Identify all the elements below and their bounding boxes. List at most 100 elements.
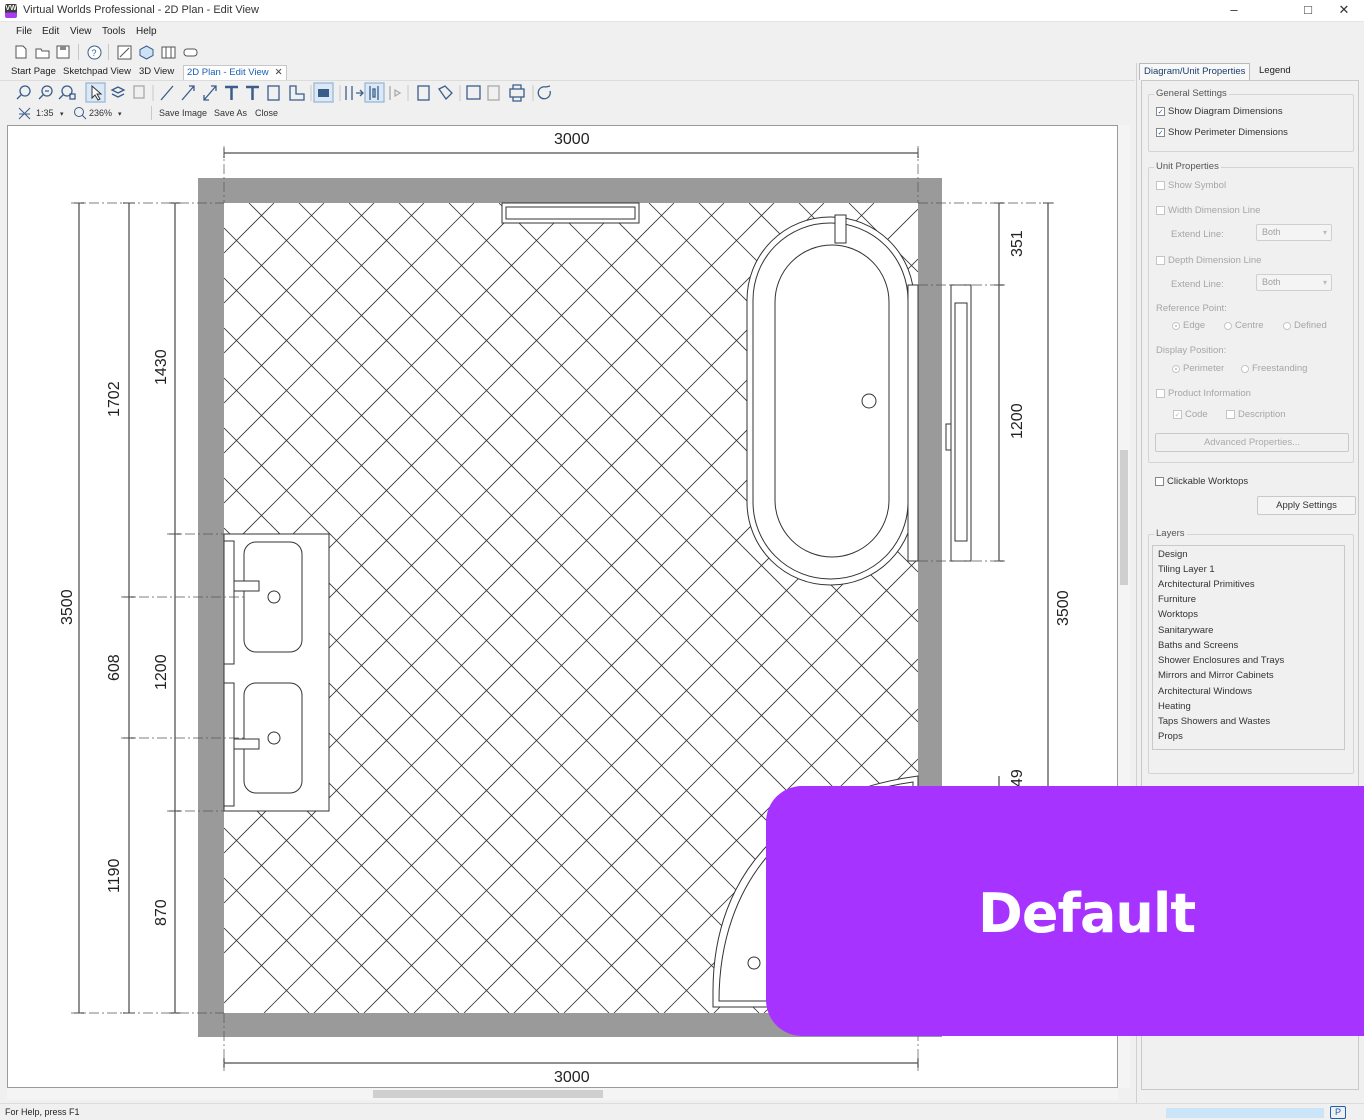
towel-rail[interactable]	[501, 202, 640, 224]
menu-file[interactable]: File	[16, 26, 32, 37]
tab-3d-view[interactable]: 3D View	[136, 65, 177, 80]
dim-left-inner-3[interactable]: 870	[153, 899, 170, 926]
pos-perimeter-radio[interactable]: Perimeter	[1172, 363, 1224, 374]
report-icon[interactable]	[417, 85, 430, 101]
extend-line-select-1[interactable]: Both ▾	[1256, 224, 1332, 241]
layer-item[interactable]: Design	[1158, 549, 1188, 560]
layer-item[interactable]: Sanitaryware	[1158, 625, 1213, 636]
text-box-tool-icon[interactable]	[246, 85, 259, 100]
architectural-window[interactable]	[945, 284, 972, 562]
layer-item[interactable]: Baths and Screens	[1158, 640, 1238, 651]
dimension-tool-icon[interactable]	[203, 85, 217, 101]
zoom-value[interactable]: 236%	[89, 108, 112, 118]
zoom-icon[interactable]	[16, 85, 31, 100]
print-icon[interactable]	[509, 88, 525, 98]
ref-edge-radio[interactable]: Edge	[1172, 320, 1205, 331]
layer-item[interactable]: Furniture	[1158, 594, 1196, 605]
dim-right-inner-3[interactable]: 49	[1009, 769, 1026, 787]
menu-edit[interactable]: Edit	[42, 26, 59, 37]
tab-2d-plan-edit-view[interactable]: 2D Plan - Edit View ✕	[183, 65, 287, 80]
layer-item[interactable]: Architectural Primitives	[1158, 579, 1255, 590]
layer-item[interactable]: Shower Enclosures and Trays	[1158, 655, 1284, 666]
layer-item[interactable]: Tiling Layer 1	[1158, 564, 1215, 575]
menu-help[interactable]: Help	[136, 26, 157, 37]
menu-view[interactable]: View	[70, 26, 92, 37]
walkthrough-icon[interactable]	[181, 43, 199, 61]
zoom-window-icon[interactable]	[58, 85, 76, 100]
save-icon[interactable]	[54, 43, 72, 61]
dim-right-inner-1[interactable]: 351	[1009, 230, 1026, 257]
refresh-icon[interactable]	[537, 85, 551, 100]
line-tool-icon[interactable]	[160, 85, 174, 101]
note-tool-icon[interactable]	[267, 85, 280, 101]
save-image-button[interactable]: Save Image	[159, 108, 207, 118]
close-tab-icon[interactable]: ✕	[275, 67, 283, 78]
status-badge[interactable]: P	[1330, 1106, 1346, 1119]
double-vanity-unit[interactable]	[223, 533, 330, 812]
minimize-button[interactable]: –	[1216, 0, 1252, 22]
advanced-properties-button[interactable]: Advanced Properties...	[1155, 433, 1349, 452]
menu-tools[interactable]: Tools	[102, 26, 125, 37]
layer-item[interactable]: Taps Showers and Wastes	[1158, 716, 1270, 727]
show-symbol-checkbox[interactable]: Show Symbol	[1156, 180, 1226, 191]
layer-item[interactable]: Architectural Windows	[1158, 686, 1252, 697]
paint-icon[interactable]	[438, 85, 453, 101]
close-button[interactable]: Close	[255, 108, 278, 118]
dim-left-outer-1[interactable]: 1702	[106, 381, 123, 417]
dim-right-inner-2[interactable]: 1200	[1009, 403, 1026, 439]
dim-left-inner-1[interactable]: 1430	[153, 349, 170, 385]
save-as-button[interactable]: Save As	[214, 108, 247, 118]
maximize-button[interactable]: □	[1290, 0, 1326, 22]
align-icon[interactable]	[345, 86, 364, 100]
scale-dropdown-arrow[interactable]: ▾	[60, 110, 64, 118]
show-perimeter-dimensions-checkbox[interactable]: ✓ Show Perimeter Dimensions	[1156, 127, 1288, 138]
vertical-scroll-thumb[interactable]	[1120, 450, 1128, 585]
open-folder-icon[interactable]	[33, 43, 51, 61]
ref-defined-radio[interactable]: Defined	[1283, 320, 1327, 331]
canvas-horizontal-scrollbar[interactable]	[7, 1088, 1118, 1100]
extend-line-select-2[interactable]: Both ▾	[1256, 274, 1332, 291]
product-information-checkbox[interactable]: Product Information	[1156, 388, 1251, 399]
tab-sketchpad-view[interactable]: Sketchpad View	[60, 65, 134, 80]
pos-freestanding-radio[interactable]: Freestanding	[1241, 363, 1307, 374]
layers-icon[interactable]	[110, 86, 126, 98]
fit-view-icon[interactable]	[466, 85, 481, 100]
layer-item[interactable]: Worktops	[1158, 609, 1198, 620]
tab-legend[interactable]: Legend	[1255, 63, 1295, 80]
tab-start-page[interactable]: Start Page	[8, 65, 59, 80]
l-shape-tool-icon[interactable]	[289, 85, 305, 101]
tab-diagram-unit-properties[interactable]: Diagram/Unit Properties	[1139, 63, 1251, 80]
dim-right-overall[interactable]: 3500	[1055, 590, 1072, 626]
close-window-button[interactable]: ✕	[1326, 0, 1362, 22]
text-tool-icon[interactable]	[225, 85, 238, 100]
dim-left-inner-2[interactable]: 1200	[153, 654, 170, 690]
zoom-level-icon[interactable]	[73, 106, 87, 120]
zoom-dropdown-arrow[interactable]: ▾	[118, 110, 122, 118]
scale-icon[interactable]	[18, 107, 32, 120]
layer-item[interactable]: Mirrors and Mirror Cabinets	[1158, 670, 1274, 681]
dim-top[interactable]: 3000	[554, 131, 590, 148]
zoom-in-icon[interactable]	[38, 85, 53, 100]
dim-left-outer-2[interactable]: 608	[106, 654, 123, 681]
ref-centre-radio[interactable]: Centre	[1224, 320, 1264, 331]
description-checkbox[interactable]: Description	[1226, 409, 1286, 420]
horizontal-scroll-thumb[interactable]	[373, 1090, 603, 1098]
dim-bottom[interactable]: 3000	[554, 1069, 590, 1086]
show-diagram-dimensions-checkbox[interactable]: ✓ Show Diagram Dimensions	[1156, 106, 1283, 117]
code-checkbox[interactable]: ✓ Code	[1173, 409, 1208, 420]
width-dimension-line-checkbox[interactable]: Width Dimension Line	[1156, 205, 1260, 216]
elevation-icon[interactable]	[159, 43, 177, 61]
3d-cube-icon[interactable]	[137, 43, 155, 61]
layer-item[interactable]: Heating	[1158, 701, 1191, 712]
sketchpad-icon[interactable]	[115, 43, 133, 61]
freestanding-bath[interactable]	[746, 214, 919, 586]
dim-left-outer-3[interactable]: 1190	[106, 858, 123, 893]
depth-dimension-line-checkbox[interactable]: Depth Dimension Line	[1156, 255, 1261, 266]
apply-settings-button[interactable]: Apply Settings	[1257, 496, 1356, 515]
help-icon[interactable]: ?	[85, 43, 103, 61]
clickable-worktops-checkbox[interactable]: Clickable Worktops	[1155, 476, 1248, 487]
new-file-icon[interactable]	[12, 43, 30, 61]
dim-left-overall[interactable]: 3500	[59, 589, 76, 625]
layers-list[interactable]: Design Tiling Layer 1 Architectural Prim…	[1152, 545, 1345, 750]
scale-value[interactable]: 1:35	[36, 108, 54, 118]
